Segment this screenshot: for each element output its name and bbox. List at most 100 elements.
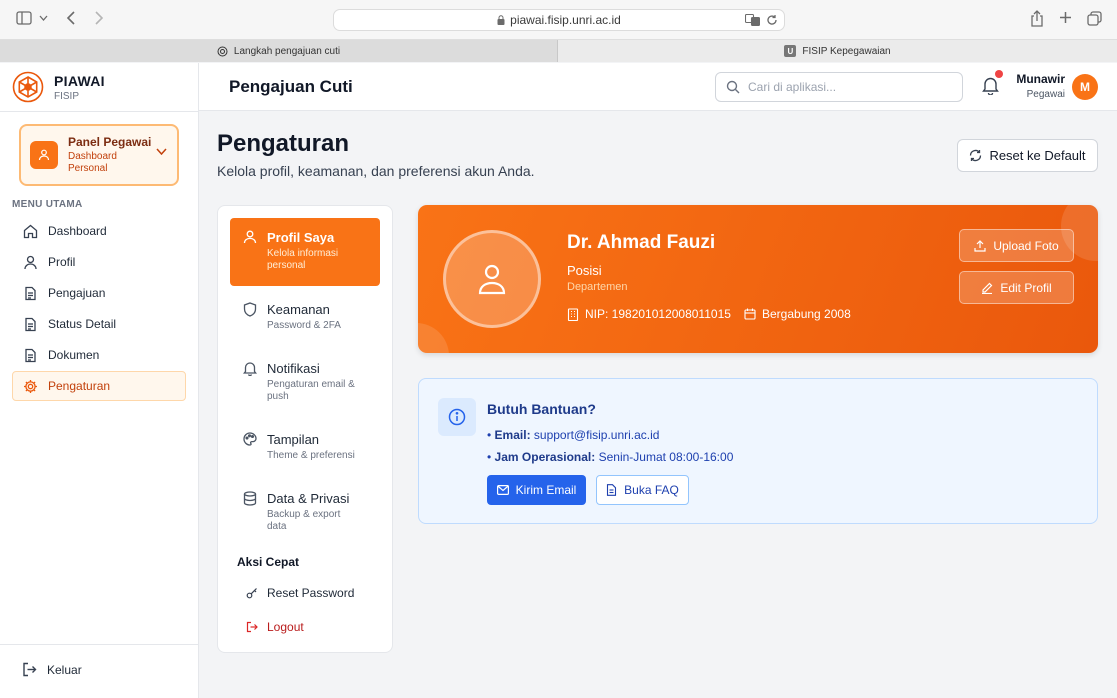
upload-photo-button[interactable]: Upload Foto <box>959 229 1074 262</box>
sidebar: PIAWAI FISIP Panel Pegawai Dashboard Per… <box>0 63 199 698</box>
logout-label: Keluar <box>47 662 82 677</box>
back-icon[interactable] <box>66 11 76 25</box>
help-email-line: • Email: support@fisip.unri.ac.id <box>487 428 660 442</box>
reset-default-label: Reset ke Default <box>989 148 1086 163</box>
database-icon <box>243 491 257 533</box>
nav-sub: Password & 2FA <box>267 320 341 331</box>
shield-icon <box>243 302 257 332</box>
panel-title: Panel Pegawai <box>68 135 152 149</box>
sidebar-item-label: Pengaturan <box>48 379 111 393</box>
url-text: piawai.fisip.unri.ac.id <box>510 13 621 27</box>
nav-title: Data & Privasi <box>267 491 350 506</box>
tab-notifikasi[interactable]: Notifikasi Pengaturan email & push <box>230 349 380 403</box>
building-icon <box>567 307 579 321</box>
main-menu: Dashboard Profil Pengajuan Status Detail… <box>12 216 186 402</box>
logout-quick-button[interactable]: Logout <box>246 620 304 634</box>
open-faq-label: Buka FAQ <box>624 483 679 497</box>
chevron-down-icon <box>156 148 167 155</box>
tab-keamanan[interactable]: Keamanan Password & 2FA <box>230 290 380 332</box>
document-icon <box>23 348 48 363</box>
tab-data-privasi[interactable]: Data & Privasi Backup & export data <box>230 479 380 533</box>
reload-icon[interactable] <box>766 14 778 26</box>
panel-switcher[interactable]: Panel Pegawai Dashboard Personal <box>19 124 179 186</box>
document-icon <box>23 317 48 332</box>
sidebar-item-label: Dokumen <box>48 348 100 362</box>
nav-title: Profil Saya <box>267 230 335 245</box>
profile-card: Dr. Ahmad Fauzi Posisi Departemen NIP: 1… <box>418 205 1098 353</box>
openai-icon <box>217 46 228 57</box>
address-bar[interactable]: piawai.fisip.unri.ac.id <box>333 9 785 31</box>
nav-title: Tampilan <box>267 432 320 447</box>
sidebar-item-pengajuan[interactable]: Pengajuan <box>12 278 186 308</box>
open-faq-button[interactable]: Buka FAQ <box>596 475 689 505</box>
tab-profil-saya[interactable]: Profil Saya Kelola informasi personal <box>230 218 380 286</box>
mail-icon <box>496 485 509 495</box>
help-hours-line: • Jam Operasional: Senin-Jumat 08:00-16:… <box>487 450 734 464</box>
profile-avatar <box>443 230 541 328</box>
new-tab-icon[interactable] <box>1059 11 1072 24</box>
avatar[interactable]: M <box>1072 74 1098 100</box>
app-header: Pengajuan Cuti Munawir Pegawai M <box>199 63 1117 111</box>
sidebar-toggle-icon[interactable] <box>16 11 32 25</box>
calendar-icon <box>744 308 756 320</box>
search-input[interactable] <box>748 80 948 94</box>
sidebar-item-label: Dashboard <box>48 224 107 238</box>
brand[interactable]: PIAWAI FISIP <box>12 71 105 103</box>
sidebar-item-status-detail[interactable]: Status Detail <box>12 309 186 339</box>
info-icon <box>438 398 476 436</box>
user-menu[interactable]: Munawir Pegawai <box>1011 72 1065 100</box>
brand-name: PIAWAI <box>54 72 105 89</box>
sidebar-item-pengaturan[interactable]: Pengaturan <box>12 371 186 401</box>
hours-label: Jam Operasional: <box>494 450 596 464</box>
share-icon[interactable] <box>1030 10 1044 27</box>
tab-overview-icon[interactable] <box>1087 11 1102 26</box>
refresh-icon <box>969 149 982 162</box>
send-email-button[interactable]: Kirim Email <box>487 475 586 505</box>
nav-sub: Backup & export data <box>267 509 341 532</box>
document-icon <box>606 484 617 496</box>
logout-button[interactable]: Keluar <box>22 662 82 677</box>
decorative-circle <box>418 323 449 353</box>
tab-langkah-pengajuan[interactable]: Langkah pengajuan cuti <box>0 40 558 62</box>
quick-item-label: Logout <box>267 620 304 634</box>
sidebar-item-profil[interactable]: Profil <box>12 247 186 277</box>
tab-fisip-kepegawaian[interactable]: U FISIP Kepegawaian <box>558 40 1117 62</box>
user-icon <box>23 255 48 270</box>
reset-password-button[interactable]: Reset Password <box>246 586 354 600</box>
bell-icon <box>982 76 999 95</box>
search-box[interactable] <box>715 72 963 102</box>
home-icon <box>23 224 48 239</box>
quick-item-label: Reset Password <box>267 586 355 600</box>
help-title: Butuh Bantuan? <box>487 401 596 417</box>
nav-sub: Theme & preferensi <box>267 450 355 461</box>
user-icon <box>478 263 506 295</box>
forward-icon[interactable] <box>94 11 104 25</box>
profile-department: Departemen <box>567 281 628 293</box>
divider <box>0 111 199 112</box>
upload-icon <box>974 239 986 252</box>
settings-nav: Profil Saya Kelola informasi personal Ke… <box>217 205 393 653</box>
document-icon <box>23 286 48 301</box>
notifications-button[interactable] <box>982 70 1003 95</box>
sidebar-item-dokumen[interactable]: Dokumen <box>12 340 186 370</box>
nav-sub: Pengaturan email & push <box>267 379 355 402</box>
sidebar-item-label: Status Detail <box>48 317 117 331</box>
upload-photo-label: Upload Foto <box>993 238 1059 253</box>
send-email-label: Kirim Email <box>515 483 577 497</box>
nav-sub: Kelola informasi personal <box>267 248 339 271</box>
favicon-icon: U <box>784 45 797 57</box>
tab-tampilan[interactable]: Tampilan Theme & preferensi <box>230 420 380 462</box>
profile-joined: Bergabung 2008 <box>744 307 851 321</box>
search-icon <box>726 80 740 94</box>
edit-profile-button[interactable]: Edit Profil <box>959 271 1074 304</box>
nav-title: Keamanan <box>267 302 330 317</box>
sidebar-item-dashboard[interactable]: Dashboard <box>12 216 186 246</box>
user-icon <box>30 141 58 169</box>
tab-label: FISIP Kepegawaian <box>802 45 891 57</box>
translate-icon[interactable] <box>745 14 760 26</box>
bell-icon <box>243 361 257 403</box>
reset-default-button[interactable]: Reset ke Default <box>957 139 1098 172</box>
sidebar-item-label: Pengajuan <box>48 286 106 300</box>
panel-sub: Dashboard Personal <box>68 151 117 174</box>
chevron-down-icon[interactable] <box>39 15 48 21</box>
